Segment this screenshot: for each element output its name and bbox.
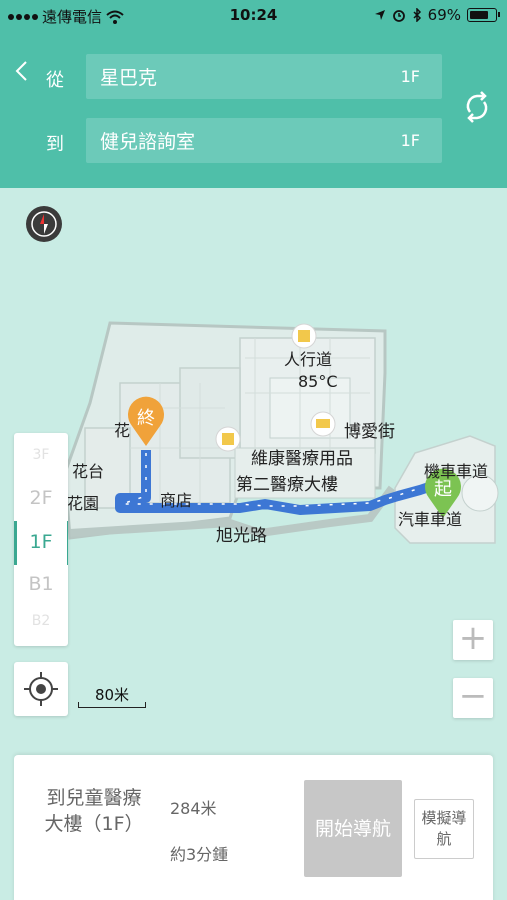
status-bar: 遠傳電信 10:24 69% [0, 0, 507, 32]
poi-icon-boai [310, 411, 336, 437]
swap-icon [466, 91, 488, 123]
route-header: 從 到 星巴克 1F 健兒諮詢室 1F [0, 32, 507, 188]
poi-icon-85c [291, 323, 317, 349]
from-field[interactable]: 星巴克 1F [86, 54, 442, 99]
to-label: 到 [46, 134, 64, 155]
floor-2f[interactable]: 2F [14, 487, 68, 509]
compass-icon [26, 206, 62, 242]
start-navigation-button[interactable]: 開始導航 [304, 780, 402, 877]
floor-selector[interactable]: 3F 2F 1F B1 B2 [14, 433, 68, 646]
label-flower-partial: 花 [114, 421, 131, 440]
label-second-building: 第二醫療大樓 [236, 475, 338, 495]
route-eta: 約3分鍾 [170, 845, 229, 864]
battery-percent: 69% [427, 6, 461, 24]
route-summary-panel: 到兒童醫療大樓（1F） 284米 約3分鍾 開始導航 模擬導航 [14, 755, 493, 900]
crosshair-icon [24, 672, 58, 706]
route-distance: 284米 [170, 799, 217, 818]
location-arrow-icon [374, 10, 385, 20]
poi-icon-weikang [215, 426, 241, 452]
from-floor: 1F [400, 67, 420, 86]
locate-button[interactable] [14, 662, 68, 716]
svg-text:終: 終 [137, 408, 155, 429]
label-shop: 商店 [160, 491, 193, 510]
label-boai-street: 博愛街 [344, 422, 395, 442]
map-scale: 80米 [78, 684, 146, 708]
zoom-in-button[interactable]: + [453, 620, 493, 660]
battery-icon [467, 8, 500, 22]
floor-b1[interactable]: B1 [14, 573, 68, 595]
back-chevron-icon [15, 61, 27, 81]
from-value: 星巴克 [100, 67, 158, 89]
indoor-map[interactable]: 終 起 人行道 85°C 博愛街 花 花台 花園 商店 維康醫療用品 第二醫療大… [0, 188, 507, 748]
simulate-navigation-button[interactable]: 模擬導航 [414, 799, 474, 859]
alarm-icon [392, 10, 405, 22]
zoom-out-button[interactable]: − [453, 678, 493, 718]
swap-button[interactable] [462, 90, 492, 124]
label-garden: 花園 [67, 494, 100, 513]
floor-1f[interactable]: 1F [14, 531, 68, 553]
bluetooth-icon [413, 8, 421, 22]
floor-b2-partial: B2 [31, 613, 51, 629]
svg-text:起: 起 [434, 479, 452, 500]
label-weikang: 維康醫療用品 [251, 449, 353, 469]
label-car-lane: 汽車車道 [398, 510, 463, 529]
status-right: 69% [374, 6, 500, 24]
label-flower-bed: 花台 [72, 462, 105, 481]
to-field[interactable]: 健兒諮詢室 1F [86, 118, 442, 163]
to-value: 健兒諮詢室 [100, 131, 196, 153]
compass-button[interactable] [24, 204, 64, 244]
back-button[interactable] [14, 60, 28, 88]
scale-bar [78, 702, 146, 708]
label-85c: 85°C [298, 372, 338, 391]
label-motor-lane: 機車車道 [424, 462, 489, 481]
from-label: 從 [46, 70, 64, 91]
floor-3f-partial: 3F [32, 447, 50, 463]
destination-text: 到兒童醫療大樓（1F） [44, 787, 144, 835]
to-floor: 1F [400, 131, 420, 150]
label-xuguang-road: 旭光路 [216, 526, 267, 546]
label-road-people: 人行道 [284, 350, 333, 369]
